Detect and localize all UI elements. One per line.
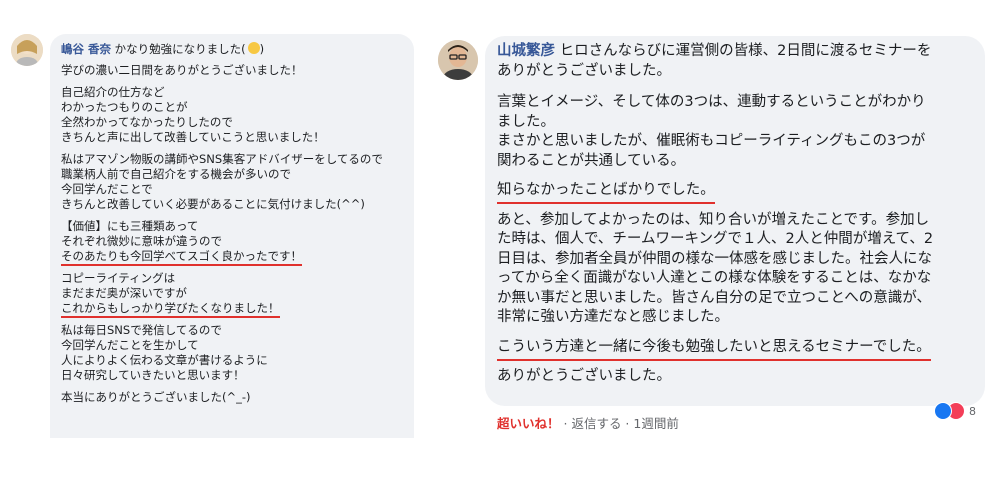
- comment-paragraph: 学びの濃い二日間をありがとうございました！: [61, 63, 404, 78]
- comment-actions: 超いいね！ · 返信する · 1週間前: [497, 416, 679, 431]
- comment-line: そのあたりも今回学べてスゴく良かったです！: [61, 249, 404, 266]
- comment-line: ました。: [497, 113, 555, 130]
- comment-paragraph: 私は毎日SNSで発信してるので 今回学んだことを生かして 人によりよく伝わる文章が書…: [61, 323, 404, 383]
- comment-paragraph: こういう方達と一緒に今後も勉強したいと思えるセミナーでした。: [497, 338, 973, 361]
- comment-line: 学びの濃い二日間をありがとうございました！: [61, 63, 303, 77]
- comment-line: 言葉とイメージ、そして体の3つは、連動するということがわかり: [497, 94, 926, 110]
- comment-author[interactable]: 山城繁彦: [497, 43, 555, 59]
- comment-paragraph: 知らなかったことばかりでした。: [497, 181, 973, 204]
- comment-line: 職業柄人前で自己紹介をする機会が多いので: [61, 167, 291, 181]
- comment-line: 知らなかったことばかりでした。: [497, 181, 973, 204]
- comment-line: 自己紹介の仕方など: [61, 85, 165, 99]
- comment-line: それぞれ微妙に意味が違うので: [61, 234, 222, 248]
- comment-line: コピーライティングは: [61, 271, 176, 285]
- comment-line: これからもしっかり学びたくなりました！: [61, 301, 404, 318]
- highlighted-text: これからもしっかり学びたくなりました！: [61, 301, 280, 318]
- comment-paragraph: 自己紹介の仕方など わかったつもりのことが 全然わかってなかったりしたので きちんと声…: [61, 85, 404, 145]
- comment-line: か無い事だと思いました。皆さん自分の足で立つことへの意識が、: [497, 289, 931, 306]
- comment-line: わかったつもりのことが: [61, 100, 188, 114]
- comment-paragraph: ありがとうございました。: [497, 367, 973, 387]
- comment-line: あと、参加してよかったのは、知り合いが増えたことです。参加し: [497, 211, 930, 228]
- comment-line: 日々研究していきたいと思います！: [61, 368, 245, 382]
- comment-line: た時は、個人で、チームワーキングで１人、2人と仲間が増えて、2: [497, 231, 934, 247]
- avatar-shimatani[interactable]: [11, 34, 43, 66]
- comment-line: ありがとうございました。: [497, 368, 671, 384]
- avatar-yamashiro[interactable]: [438, 40, 478, 80]
- comment-paragraph: 私はアマゾン物販の講師やSNS集客アドバイザーをしてるので 職業柄人前で自己紹介を…: [61, 152, 404, 212]
- comment-line: 私は毎日SNSで発信してるので: [61, 323, 222, 337]
- comment-line: こういう方達と一緒に今後も勉強したいと思えるセミナーでした。: [497, 338, 973, 361]
- comment-first-line: ヒロさんならびに運営側の皆様、2日間に渡るセミナーを: [559, 43, 932, 59]
- comment-line: 日目は、参加者全員が仲間の様な一体感を感じました。社会人にな: [497, 250, 932, 267]
- comment-bubble-shimatani: 嶋谷 香奈 かなり勉強になりました() 学びの濃い二日間をありがとうございました…: [50, 34, 414, 438]
- comment-intro: かなり勉強になりました(: [114, 42, 246, 56]
- comment-line: 今回学んだことで: [61, 182, 153, 196]
- comment-line: 本当にありがとうございました(^_-): [61, 390, 251, 404]
- comment-line: きちんと改善していく必要があることに気付けました(^^): [61, 197, 365, 211]
- comment-line: 今回学んだことを生かして: [61, 338, 199, 352]
- comment-second-line: ありがとうございました。: [497, 62, 671, 79]
- like-reaction-icon: [934, 402, 952, 420]
- comment-line: まだまだ奥が深いですが: [61, 286, 187, 300]
- comment-paragraph: 言葉とイメージ、そして体の3つは、連動するということがわかり ました。まさかと思い…: [497, 93, 973, 171]
- highlighted-text: こういう方達と一緒に今後も勉強したいと思えるセミナーでした。: [497, 338, 931, 361]
- comment-paragraph: 本当にありがとうございました(^_-): [61, 390, 404, 405]
- comment-line: 人によりよく伝わる文章が書けるように: [61, 353, 268, 367]
- reaction-count: 8: [969, 404, 976, 418]
- comment-paragraph: 【価値】にも三種類あって それぞれ微妙に意味が違うので そのあたりも今回学べてスゴく…: [61, 219, 404, 266]
- comment-bubble-yamashiro: 山城繁彦 ヒロさんならびに運営側の皆様、2日間に渡るセミナーを ありがとうござい…: [485, 36, 985, 406]
- comment-line: 【価値】にも三種類あって: [61, 219, 199, 233]
- comment-line: 関わることが共通している。: [497, 152, 686, 169]
- highlighted-text: そのあたりも今回学べてスゴく良かったです！: [61, 249, 303, 266]
- comment-author[interactable]: 嶋谷 香奈: [61, 42, 111, 56]
- comment-timestamp[interactable]: 1週間前: [633, 416, 678, 431]
- reaction-summary[interactable]: 8: [934, 402, 976, 420]
- reply-button[interactable]: 返信する: [571, 416, 621, 431]
- comment-body: 学びの濃い二日間をありがとうございました！ 自己紹介の仕方など わかったつもりのこと…: [61, 63, 404, 405]
- comment-line: ってから全く面識がない人達とこの様な体験をすることは、なかな: [497, 270, 932, 286]
- comment-line: きちんと声に出して改善していこうと思いました！: [61, 130, 325, 144]
- highlighted-text: 知らなかったことばかりでした。: [497, 182, 715, 204]
- comment-paragraph: コピーライティングは まだまだ奥が深いですが これからもしっかり学びたくなりました！: [61, 271, 404, 318]
- comment-body: 言葉とイメージ、そして体の3つは、連動するということがわかり ました。まさかと思い…: [497, 93, 973, 387]
- comment-paragraph: あと、参加してよかったのは、知り合いが増えたことです。参加し た時は、個人で、チー…: [497, 211, 973, 328]
- comment-line: 私はアマゾン物販の講師やSNS集客アドバイザーをしてるので: [61, 152, 383, 166]
- comment-line: 全然わかってなかったりしたので: [61, 115, 233, 129]
- smile-emoji-icon: [247, 42, 260, 54]
- super-like-button[interactable]: 超いいね！: [497, 416, 560, 431]
- comment-line: 非常に強い方達だなと感じました。: [497, 309, 729, 325]
- comment-line: まさかと思いましたが、催眠術もコピーライティングもこの3つが: [497, 133, 926, 149]
